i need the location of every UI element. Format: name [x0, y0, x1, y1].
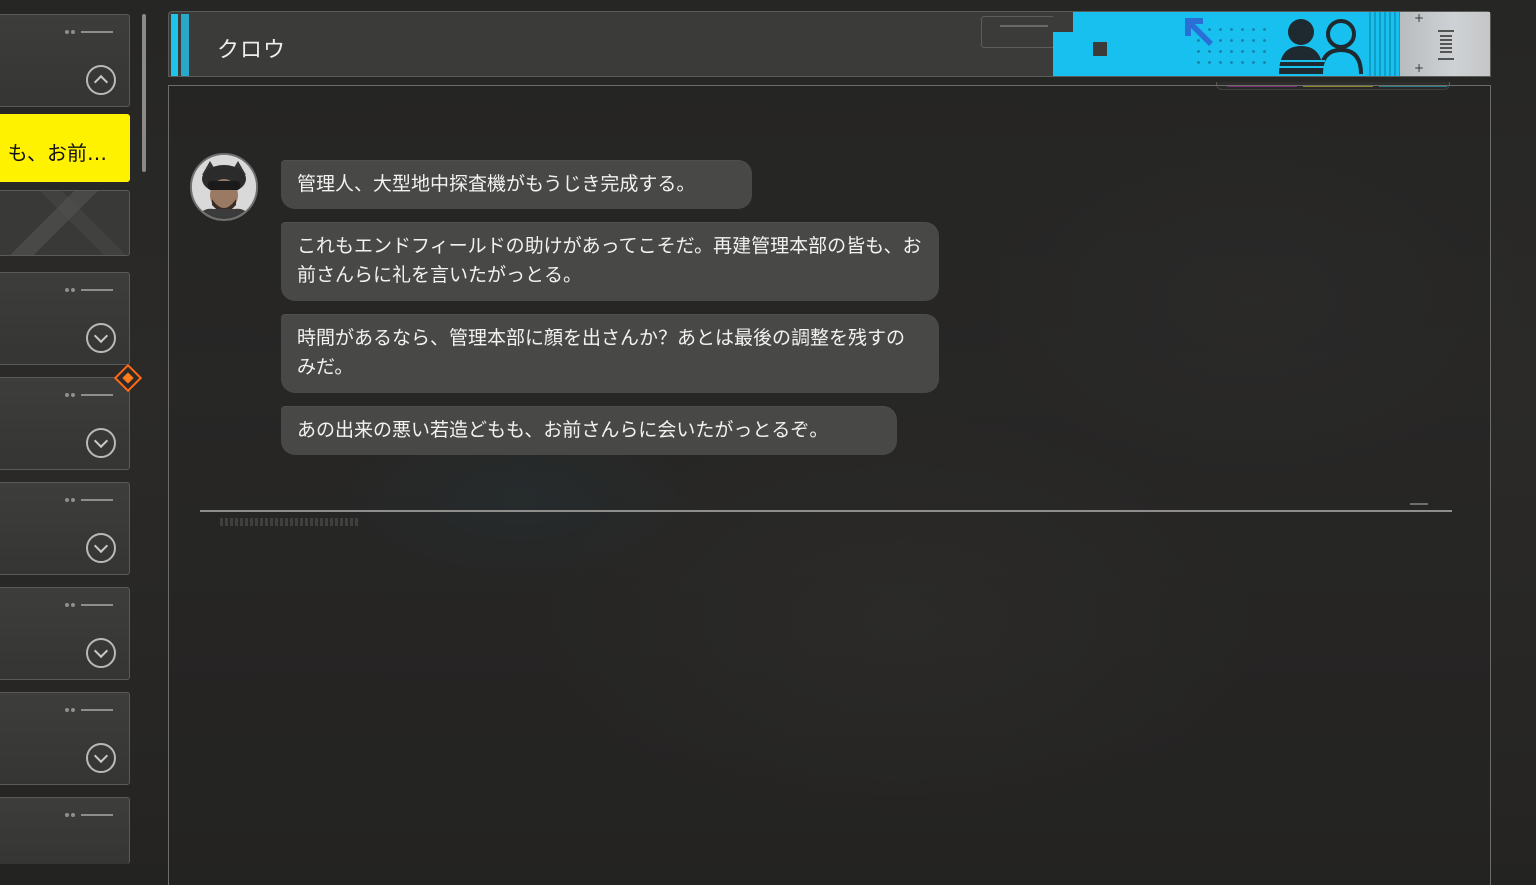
plus-mark: + — [1414, 62, 1424, 74]
header-bracket — [981, 16, 1061, 48]
card-decoration — [63, 603, 113, 607]
collapse-chevron-icon[interactable] — [86, 65, 116, 95]
chat-divider — [200, 510, 1452, 512]
expand-chevron-icon[interactable] — [86, 428, 116, 458]
chat-message-3: 時間があるなら、管理本部に顔を出さんか？あとは最後の調整を残すのみだ。 — [281, 314, 939, 393]
contact-avatar — [190, 153, 258, 221]
header-accent — [181, 14, 189, 76]
contacts-icon — [1271, 16, 1367, 74]
badge-pattern — [1053, 12, 1073, 32]
chat-header: クロウ + + — [168, 11, 1491, 77]
badge-stripes — [1366, 12, 1400, 76]
card-decoration — [63, 813, 113, 817]
expand-chevron-icon[interactable] — [86, 533, 116, 563]
plus-mark: + — [1414, 12, 1424, 24]
menu-icon[interactable] — [1436, 28, 1456, 62]
contact-card[interactable] — [0, 272, 130, 365]
contact-banner[interactable] — [0, 190, 130, 256]
expand-chevron-icon[interactable] — [86, 638, 116, 668]
card-decoration — [63, 393, 113, 397]
card-decoration — [63, 708, 113, 712]
badge-pattern — [1073, 32, 1093, 52]
selected-message-preview[interactable]: も、お前… — [0, 114, 130, 182]
divider-tick — [1410, 503, 1428, 505]
contact-card[interactable] — [0, 14, 130, 107]
header-accent — [171, 14, 178, 76]
header-tail: + + — [1400, 12, 1490, 76]
card-decoration — [63, 498, 113, 502]
contact-card[interactable] — [0, 377, 130, 470]
expand-chevron-icon[interactable] — [86, 743, 116, 773]
contact-card[interactable] — [0, 482, 130, 575]
avatar-image — [192, 155, 256, 219]
contact-card[interactable] — [0, 692, 130, 785]
selected-preview-text: も、お前… — [8, 137, 107, 166]
badge-pattern — [1073, 12, 1093, 32]
expand-chevron-icon[interactable] — [86, 323, 116, 353]
badge-pattern — [1093, 42, 1107, 56]
card-decoration — [63, 288, 113, 292]
chat-message-4: あの出来の悪い若造どもも、お前さんらに会いたがっとるぞ。 — [281, 406, 897, 455]
card-decoration — [63, 30, 113, 34]
arrow-icon — [1179, 14, 1217, 52]
contact-badge — [1053, 12, 1400, 76]
contact-card[interactable] — [0, 797, 130, 864]
chat-message-1: 管理人、大型地中探査機がもうじき完成する。 — [281, 160, 752, 209]
list-scrollbar[interactable] — [142, 14, 146, 172]
badge-pattern — [1053, 54, 1073, 76]
contact-name: クロウ — [217, 32, 286, 64]
contact-list: も、お前… — [0, 0, 140, 864]
chat-message-2: これもエンドフィールドの助けがあってこそだ。再建管理本部の皆も、お前さんらに礼を… — [281, 222, 939, 301]
contact-card[interactable] — [0, 587, 130, 680]
faint-decoration — [220, 518, 360, 526]
